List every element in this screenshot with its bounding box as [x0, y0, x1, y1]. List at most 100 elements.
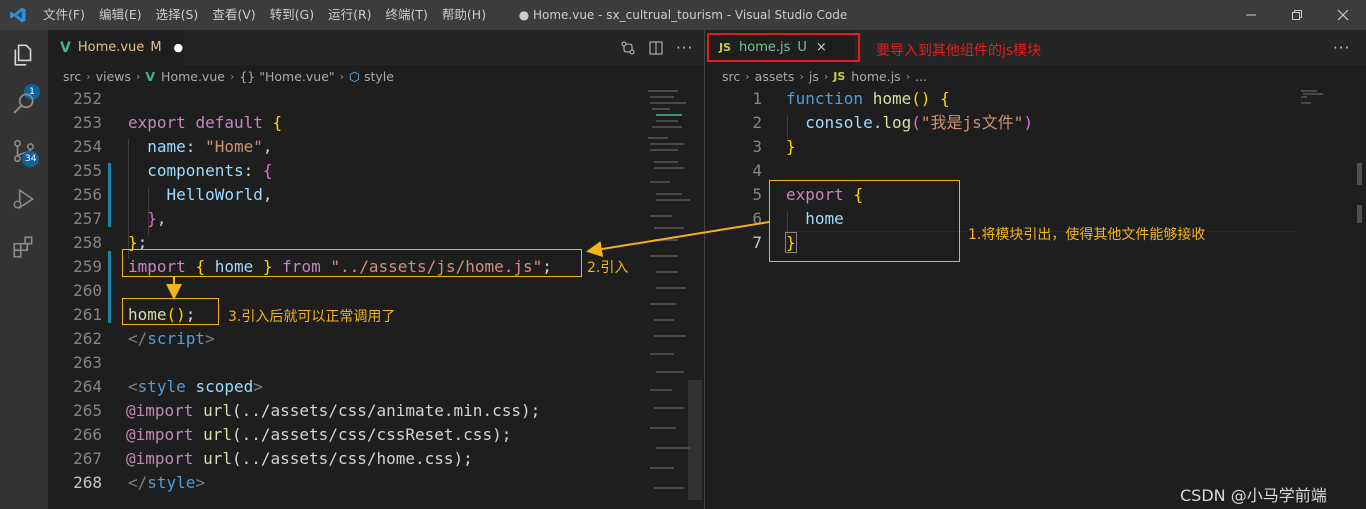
search-icon[interactable]: [11, 90, 37, 116]
vue-file-icon: V: [60, 39, 71, 56]
minimap-line: [654, 335, 686, 337]
code-text: @import url(../assets/css/animate.min.cs…: [126, 401, 541, 420]
more-actions-icon[interactable]: ···: [1333, 39, 1350, 57]
symbol-style-icon: ⬡: [349, 68, 360, 84]
highlight-call-line: [122, 298, 219, 325]
minimize-icon: [1246, 14, 1256, 16]
breadcrumb-right: src › assets › js › JS home.js › ...: [722, 68, 928, 84]
menu-go[interactable]: 转到(G): [263, 0, 321, 30]
compare-changes-icon[interactable]: [620, 40, 636, 56]
close-window-button[interactable]: [1320, 0, 1366, 30]
split-editor-icon[interactable]: [648, 40, 664, 56]
explorer-icon[interactable]: [11, 42, 37, 68]
unsaved-dot-icon[interactable]: ●: [174, 41, 184, 54]
run-debug-icon[interactable]: [11, 186, 37, 212]
line-number: 1: [752, 89, 762, 108]
breadcrumb-item[interactable]: js: [809, 69, 819, 84]
line-number: 265: [73, 401, 102, 420]
title-bar: 文件(F) 编辑(E) 选择(S) 查看(V) 转到(G) 运行(R) 终端(T…: [0, 0, 1366, 30]
breadcrumb-item[interactable]: home.js: [851, 69, 900, 84]
minimap-line: [650, 389, 672, 391]
breadcrumb-item[interactable]: style: [364, 69, 394, 84]
line-number: 5: [752, 185, 762, 204]
menu-run[interactable]: 运行(R): [321, 0, 378, 30]
menu-edit[interactable]: 编辑(E): [92, 0, 149, 30]
minimap-right[interactable]: [1299, 87, 1357, 509]
line-number: 3: [752, 137, 762, 156]
editor-actions-left: ···: [620, 30, 693, 65]
minimize-button[interactable]: [1228, 0, 1274, 30]
breadcrumb-item[interactable]: src: [63, 69, 81, 84]
extensions-icon[interactable]: [11, 234, 37, 260]
annotation-step-2: 2.引入: [587, 260, 629, 276]
minimap-line: [656, 193, 682, 195]
minimap-line: [650, 303, 676, 305]
menu-selection[interactable]: 选择(S): [149, 0, 206, 30]
vue-file-icon: V: [145, 68, 156, 84]
breadcrumb-item[interactable]: {} "Home.vue": [239, 69, 334, 84]
breadcrumb-item[interactable]: assets: [755, 69, 795, 84]
highlight-export-block: [769, 180, 960, 262]
code-text: </script>: [128, 329, 215, 348]
breadcrumb-item[interactable]: ...: [915, 69, 927, 84]
code-text: <style scoped>: [128, 377, 263, 396]
menu-terminal[interactable]: 终端(T): [379, 0, 435, 30]
activity-bar: 1 34: [0, 30, 48, 509]
minimap-line: [654, 227, 684, 229]
breadcrumb-item[interactable]: Home.vue: [161, 69, 225, 84]
minimap-line: [656, 447, 690, 449]
highlight-tab-box: [707, 33, 860, 62]
minimap-line: [650, 467, 674, 469]
minimap-left[interactable]: [636, 87, 694, 509]
code-text: name: "Home",: [147, 137, 273, 156]
minimap-line: [650, 215, 672, 217]
line-number: 252: [73, 89, 102, 108]
minimap-line: [654, 161, 678, 163]
menu-bar: 文件(F) 编辑(E) 选择(S) 查看(V) 转到(G) 运行(R) 终端(T…: [36, 0, 493, 30]
more-actions-icon[interactable]: ···: [676, 39, 693, 57]
code-text: export default {: [128, 113, 283, 132]
tab-label: Home.vue: [77, 40, 145, 55]
menu-file[interactable]: 文件(F): [36, 0, 92, 30]
minimap-line: [656, 114, 682, 116]
editor-actions-right: ···: [1333, 30, 1350, 65]
code-text: @import url(../assets/css/cssReset.css);: [126, 425, 512, 444]
minimap-line: [654, 239, 678, 241]
breadcrumb-item[interactable]: views: [96, 69, 131, 84]
minimap-line: [656, 271, 678, 273]
restore-button[interactable]: [1274, 0, 1320, 30]
tab-home-vue[interactable]: V Home.vue M ●: [48, 30, 184, 65]
gutter-modified-marker: [108, 179, 111, 227]
line-number: 264: [73, 377, 102, 396]
code-text: console.log("我是js文件"): [805, 113, 1034, 132]
minimap-line: [650, 427, 676, 429]
highlight-import-line: [122, 249, 582, 277]
minimap-line: [650, 102, 686, 104]
scrollbar-left[interactable]: [688, 380, 702, 500]
line-number: 7: [752, 233, 762, 252]
csdn-watermark: CSDN @小马学前端: [1180, 486, 1327, 505]
scrollbar-right[interactable]: [1357, 163, 1362, 185]
source-control-badge: 34: [22, 151, 40, 167]
modified-indicator: M: [150, 40, 162, 55]
minimap-line: [650, 96, 674, 98]
breadcrumb-item[interactable]: src: [722, 69, 740, 84]
close-icon: [1337, 9, 1349, 21]
minimap-line: [650, 255, 678, 257]
gutter-modified-marker: [108, 251, 111, 323]
menu-help[interactable]: 帮助(H): [435, 0, 493, 30]
line-number: 261: [73, 305, 102, 324]
js-file-icon: JS: [833, 69, 846, 83]
code-text: },: [147, 209, 167, 228]
line-number: 6: [752, 209, 762, 228]
line-number: 267: [73, 449, 102, 468]
tab-bar-left: V Home.vue M ● ···: [48, 30, 704, 65]
minimap-line: [652, 108, 670, 110]
minimap-line: [1301, 102, 1311, 104]
menu-view[interactable]: 查看(V): [205, 0, 262, 30]
minimap-line: [648, 90, 678, 92]
minimap-line: [1303, 93, 1323, 95]
annotation-step-1: 1.将模块引出，使得其他文件能够接收: [968, 227, 1206, 243]
minimap-line: [648, 137, 668, 139]
annotation-tab-note: 要导入到其他组件的js模块: [876, 43, 1042, 59]
